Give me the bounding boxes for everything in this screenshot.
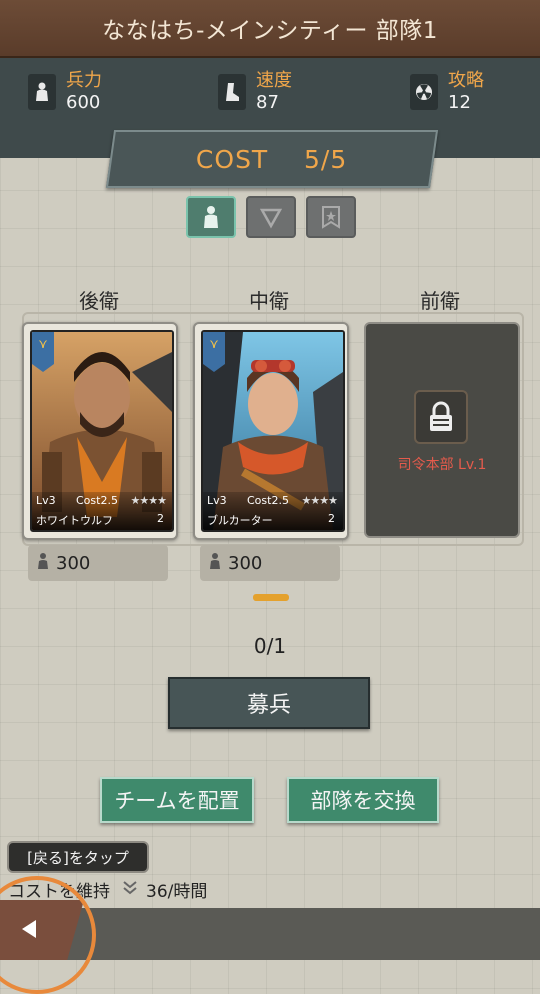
lock-icon: [414, 390, 468, 444]
page-title: ななはち-メインシティー 部隊1: [102, 18, 438, 44]
troop-count-middle: 300: [200, 545, 340, 581]
stat-troops-label: 兵力: [66, 70, 102, 91]
deploy-team-button[interactable]: チームを配置: [100, 777, 254, 823]
card-level: Lv3: [36, 494, 56, 507]
card-name: ホワイトウルフ: [36, 514, 113, 527]
cost-plate: COST 5/5: [105, 130, 439, 188]
troop-value: 300: [228, 552, 263, 574]
card-level: Lv3: [207, 494, 227, 507]
soldier-icon: [28, 74, 56, 110]
swap-unit-button[interactable]: 部隊を交換: [287, 777, 439, 823]
class-badge-icon: ⋎: [32, 332, 54, 372]
stat-speed-value: 87: [256, 92, 279, 113]
column-front: 前衛: [420, 289, 460, 313]
card-count: 2: [157, 512, 164, 525]
tab-soldiers[interactable]: [186, 196, 236, 238]
page-indicator: [253, 594, 289, 601]
upkeep-value: 36/時間: [146, 882, 208, 902]
hero-card-whitewolf[interactable]: ⋎ Lv3 Cost2.5 ★★★★ ホワイトウルフ 2: [22, 322, 178, 540]
stat-speed: 速度 87: [218, 70, 292, 114]
title-bar: ななはち-メインシティー 部隊1: [0, 0, 540, 58]
chevrons-icon: [122, 880, 138, 900]
recruit-count: 0/1: [253, 634, 287, 658]
stat-troops: 兵力 600: [28, 70, 102, 114]
troop-count-rear: 300: [28, 545, 168, 581]
card-cost: Cost2.5: [247, 494, 289, 507]
card-cost: Cost2.5: [76, 494, 118, 507]
locked-slot-front[interactable]: 司令本部 Lv.1: [364, 322, 520, 538]
card-stars: ★★★★: [130, 494, 167, 507]
boot-icon: [218, 74, 246, 110]
card-info-bar: Lv3 Cost2.5 ★★★★ ブルカーター 2: [203, 492, 343, 530]
card-count: 2: [328, 512, 335, 525]
card-name: ブルカーター: [207, 514, 273, 527]
card-info-bar: Lv3 Cost2.5 ★★★★ ホワイトウルフ 2: [32, 492, 172, 530]
cost-text: COST 5/5: [196, 144, 348, 174]
stat-siege-label: 攻略: [448, 70, 484, 91]
tab-badge[interactable]: [306, 196, 356, 238]
hero-card-bullcarter[interactable]: ⋎ Lv3 Cost2.5 ★★★★ ブルカーター 2: [193, 322, 349, 540]
stat-siege: 攻略 12: [410, 70, 484, 114]
column-middle: 中衛: [249, 289, 289, 313]
tactics-icon: [259, 208, 283, 229]
hero-portrait: ⋎ Lv3 Cost2.5 ★★★★ ブルカーター 2: [201, 330, 345, 532]
tap-back-hint: [戻る]をタップ: [7, 841, 149, 873]
stat-speed-label: 速度: [256, 70, 292, 91]
stat-troops-value: 600: [66, 92, 101, 113]
column-rear: 後衛: [79, 289, 119, 313]
soldiers-icon: [204, 206, 218, 228]
stat-siege-value: 12: [448, 92, 471, 113]
tab-tactics[interactable]: [246, 196, 296, 238]
hero-portrait: ⋎ Lv3 Cost2.5 ★★★★ ホワイトウルフ 2: [30, 330, 174, 532]
back-arrow-icon: [22, 920, 36, 938]
recruit-button[interactable]: 募兵: [168, 677, 370, 729]
unlock-requirement: 司令本部 Lv.1: [397, 457, 487, 473]
troop-value: 300: [56, 552, 91, 574]
badge-icon: [322, 206, 340, 229]
card-stars: ★★★★: [301, 494, 338, 507]
soldier-icon: [208, 552, 222, 574]
class-badge-icon: ⋎: [203, 332, 225, 372]
radiation-icon: [410, 74, 438, 110]
soldier-icon: [36, 552, 50, 574]
